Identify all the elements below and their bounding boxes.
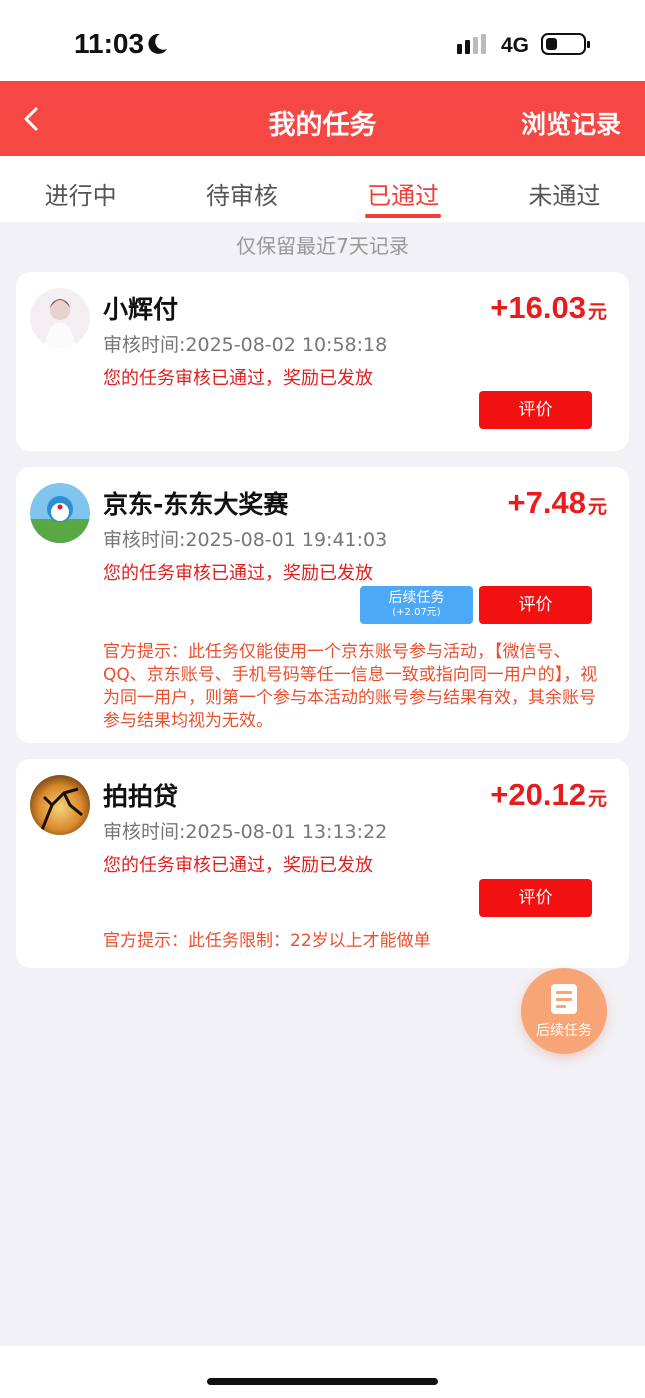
browse-history-link[interactable]: 浏览记录 [521,105,621,141]
tab-in-progress[interactable]: 进行中 [0,156,161,222]
floating-followup-button[interactable]: 后续任务 [521,968,607,1054]
approval-status: 您的任务审核已通过，奖励已发放 [103,563,373,584]
avatar [30,288,90,348]
task-card: 京东-东东大奖赛 +7.48 元 审核时间:2025-08-01 19:41:03… [16,467,629,743]
review-time: 审核时间:2025-08-01 13:13:22 [103,821,388,843]
rate-button[interactable]: 评价 [479,586,592,624]
task-title: 小辉付 [103,295,179,324]
approval-status: 您的任务审核已通过，奖励已发放 [103,368,373,389]
approval-status: 您的任务审核已通过，奖励已发放 [103,855,373,876]
task-card: 拍拍贷 +20.12 元 审核时间:2025-08-01 13:13:22 您的任… [16,759,629,968]
avatar [30,775,90,835]
floating-button-label: 后续任务 [536,1023,592,1039]
retention-notice: 仅保留最近7天记录 [236,234,409,258]
battery-icon [541,33,590,55]
network-label: 4G [501,34,530,57]
followup-task-reward: (+2.07元) [392,607,441,618]
avatar [30,483,90,543]
task-card: 小辉付 +16.03 元 审核时间:2025-08-02 10:58:18 您的任… [16,272,629,451]
status-bar: 11:03 4G [0,0,645,81]
rate-button[interactable]: 评价 [479,391,592,429]
tab-rejected[interactable]: 未通过 [484,156,645,222]
review-time: 审核时间:2025-08-02 10:58:18 [103,334,388,356]
task-title: 京东-东东大奖赛 [103,490,289,519]
rate-button[interactable]: 评价 [479,879,592,917]
followup-task-button[interactable]: 后续任务 (+2.07元) [360,586,473,624]
reward-amount: +20.12 元 [490,777,607,812]
tab-pending-review[interactable]: 待审核 [161,156,322,222]
header: 我的任务 浏览记录 [0,81,645,156]
reward-amount: +16.03 元 [490,290,607,325]
home-bar-area [0,1346,645,1398]
tab-bar: 进行中 待审核 已通过 未通过 [0,156,645,222]
official-tip: 官方提示：此任务仅能使用一个京东账号参与活动，【微信号、QQ、京东账号、手机号码… [103,642,598,731]
signal-icon [457,34,486,54]
document-list-icon [551,984,577,1014]
review-time: 审核时间:2025-08-01 19:41:03 [103,529,388,551]
official-tip: 官方提示：此任务限制：22岁以上才能做单 [103,931,431,951]
tab-approved[interactable]: 已通过 [323,156,484,222]
status-time: 11:03 [74,28,145,59]
task-title: 拍拍贷 [103,782,179,811]
reward-amount: +7.48 元 [507,485,607,520]
home-indicator[interactable] [207,1378,438,1385]
moon-icon [148,33,167,54]
followup-task-label: 后续任务 [388,590,445,606]
